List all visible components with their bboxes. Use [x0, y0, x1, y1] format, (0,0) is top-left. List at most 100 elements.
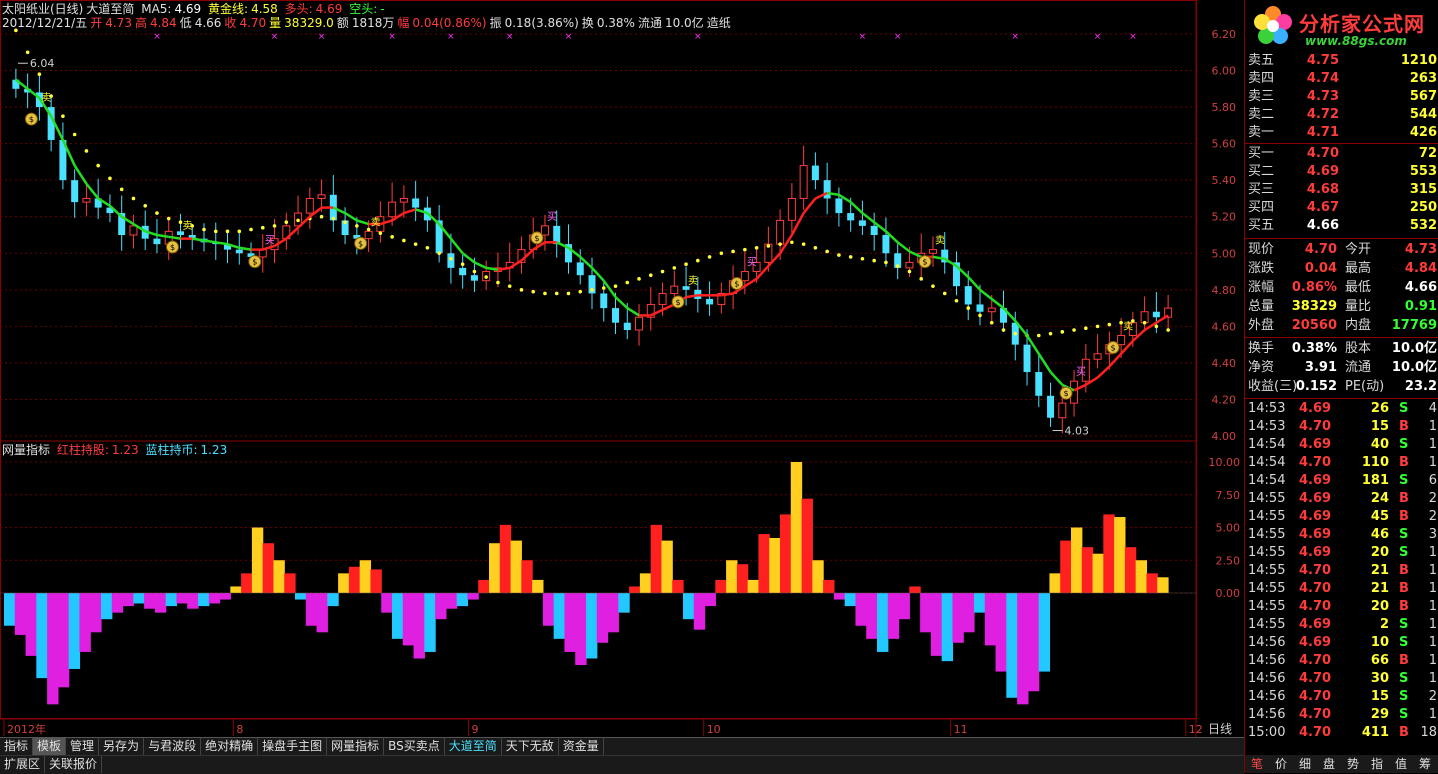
bid-row[interactable]: 买一 4.70 72 [1245, 145, 1438, 163]
tick-count: 2 [1428, 689, 1437, 704]
panel-tab-1[interactable]: 价 [1269, 755, 1293, 773]
ma5-segment [990, 297, 1005, 310]
tick-time: 14:56 [1248, 671, 1286, 686]
golden-line-dot [754, 245, 759, 250]
panel-tab-5[interactable]: 指 [1365, 755, 1389, 773]
golden-line-dot [496, 280, 500, 285]
tick-row[interactable]: 14:55 4.70 21 B 1 [1245, 580, 1438, 598]
logo-url[interactable]: www.88gs.com [1305, 34, 1407, 48]
tick-row[interactable]: 14:56 4.70 66 B 1 [1245, 652, 1438, 670]
golden-label: 黄金线: [208, 2, 249, 16]
panel-tab-4[interactable]: 势 [1341, 755, 1365, 773]
net-volume-bar-negative [920, 593, 932, 633]
tick-row[interactable]: 14:53 4.69 26 S 4 [1245, 400, 1438, 418]
golden-line-dot [637, 277, 641, 281]
tick-row[interactable]: 14:55 4.69 46 S 3 [1245, 526, 1438, 544]
bottom-tab-6[interactable]: 操盘手主图 [258, 738, 328, 755]
tick-row[interactable]: 14:53 4.70 15 B 1 [1245, 418, 1438, 436]
bottom-tab-10[interactable]: 天下无敌 [502, 738, 559, 755]
tick-count: 1 [1428, 581, 1437, 596]
ma5-segment [614, 296, 629, 310]
buy-label: 买 [747, 257, 757, 269]
net-volume-bar-negative [101, 593, 113, 620]
tick-row[interactable]: 14:54 4.69 181 S 6 [1245, 472, 1438, 490]
ask-label: 卖三 [1248, 89, 1275, 104]
bid-row[interactable]: 买二 4.69 553 [1245, 163, 1438, 181]
golden-line-dot [1107, 322, 1112, 327]
tick-row[interactable]: 14:56 4.70 30 S 1 [1245, 670, 1438, 688]
candle-body-up [799, 165, 808, 199]
golden-line-dot [296, 218, 300, 223]
tick-row[interactable]: 14:55 4.69 20 S 1 [1245, 544, 1438, 562]
tick-time: 14:55 [1248, 545, 1286, 560]
tick-price: 4.69 [1299, 491, 1332, 506]
stat-label: 净资 [1248, 360, 1275, 375]
chart-area[interactable]: 6.20 6.00 5.80 5.60 5.40 5.20 5.00 4.80 4.60 4.40… [0, 0, 1244, 738]
period-label[interactable]: 日线 [1198, 722, 1242, 736]
bottom-tab-8[interactable]: BS买卖点 [384, 738, 445, 755]
tick-row[interactable]: 14:55 4.70 21 B 1 [1245, 562, 1438, 580]
tick-price: 4.70 [1299, 725, 1332, 740]
tick-row[interactable]: 14:56 4.69 10 S 1 [1245, 634, 1438, 652]
golden-line-dot [331, 216, 336, 221]
bid-volume: 532 [1409, 218, 1437, 233]
bottom-tab-5[interactable]: 绝对精确 [201, 738, 259, 755]
stats-divider [1245, 238, 1438, 239]
net-volume-bar-positive [1103, 514, 1115, 593]
bottom-tab-0[interactable]: 指标 [0, 738, 34, 755]
bid-label: 买五 [1248, 218, 1275, 233]
stat-row: 涨幅 0.86% 最低 4.66 [1245, 279, 1438, 297]
bid-row[interactable]: 买三 4.68 315 [1245, 181, 1438, 199]
ask-row[interactable]: 卖五 4.75 1210 [1245, 52, 1438, 70]
site-logo: 分析家公式网 www.88gs.com [1245, 0, 1438, 52]
tick-row[interactable]: 14:55 4.69 2 S 1 [1245, 616, 1438, 634]
bottom-tab-1[interactable]: 模板 [33, 738, 67, 755]
tick-row[interactable]: 14:54 4.69 40 S 1 [1245, 436, 1438, 454]
golden-line-dot [872, 258, 876, 263]
bottom-tab-11[interactable]: 资金量 [559, 738, 604, 755]
date-tick-label: 11 [954, 723, 968, 736]
tick-row[interactable]: 14:56 4.70 29 S 1 [1245, 706, 1438, 724]
kline-chart[interactable]: 6.20 6.00 5.80 5.60 5.40 5.20 5.00 4.80 4.60 4.40… [0, 0, 1244, 738]
bottom-tab-9[interactable]: 大道至简 [445, 738, 502, 755]
tick-row[interactable]: 14:55 4.70 20 B 1 [1245, 598, 1438, 616]
ask-row[interactable]: 卖二 4.72 544 [1245, 106, 1438, 124]
net-volume-bar-positive [370, 569, 382, 593]
buy-label: 买 [1076, 366, 1086, 378]
stat-value: 10.0亿 [1391, 341, 1437, 356]
panel-tab-7[interactable]: 筹 [1413, 755, 1437, 773]
net-volume-bar-positive [273, 560, 285, 593]
low-mark-label: 4.03 [1065, 425, 1090, 438]
net-volume-bar-positive [1092, 553, 1104, 593]
net-volume-bar-negative [219, 593, 231, 600]
candle-body-down [964, 286, 972, 305]
panel-tab-6[interactable]: 值 [1389, 755, 1413, 773]
tick-row[interactable]: 14:55 4.69 24 B 2 [1245, 490, 1438, 508]
panel-tab-2[interactable]: 细 [1293, 755, 1317, 773]
tick-direction: B [1399, 455, 1409, 470]
panel-tab-0[interactable]: 笔 [1245, 755, 1269, 773]
bid-row[interactable]: 买四 4.67 250 [1245, 199, 1438, 217]
bottom-tab-2[interactable]: 管理 [66, 738, 100, 755]
bid-row[interactable]: 买五 4.66 532 [1245, 217, 1438, 235]
tick-row[interactable]: 14:54 4.70 110 B 1 [1245, 454, 1438, 472]
bottom-tab-4[interactable]: 与君波段 [144, 738, 202, 755]
stat-value: 0.152 [1295, 379, 1337, 394]
flower-logo-icon [1254, 6, 1292, 44]
tick-row[interactable]: 14:56 4.70 15 S 2 [1245, 688, 1438, 706]
bottom-tab2-1[interactable]: 关联报价 [45, 756, 103, 773]
ask-row[interactable]: 卖三 4.73 567 [1245, 88, 1438, 106]
golden-line-dot [1001, 328, 1006, 332]
stat-row: 净资 3.91 流通 10.0亿 [1245, 359, 1438, 377]
candle-body-up [1093, 353, 1102, 360]
bottom-tab-7[interactable]: 网量指标 [327, 738, 385, 755]
bottom-tab-3[interactable]: 另存为 [99, 738, 145, 755]
panel-tab-3[interactable]: 盘 [1317, 755, 1341, 773]
bottom-tab2-0[interactable]: 扩展区 [0, 756, 46, 773]
tick-row[interactable]: 14:55 4.69 45 B 2 [1245, 508, 1438, 526]
net-volume-bar-positive [284, 573, 296, 593]
ask-row[interactable]: 卖四 4.74 263 [1245, 70, 1438, 88]
golden-line-dot [284, 220, 289, 225]
tick-row[interactable]: 15:00 4.70 411 B 18 [1245, 724, 1438, 742]
ask-row[interactable]: 卖一 4.71 426 [1245, 124, 1438, 142]
